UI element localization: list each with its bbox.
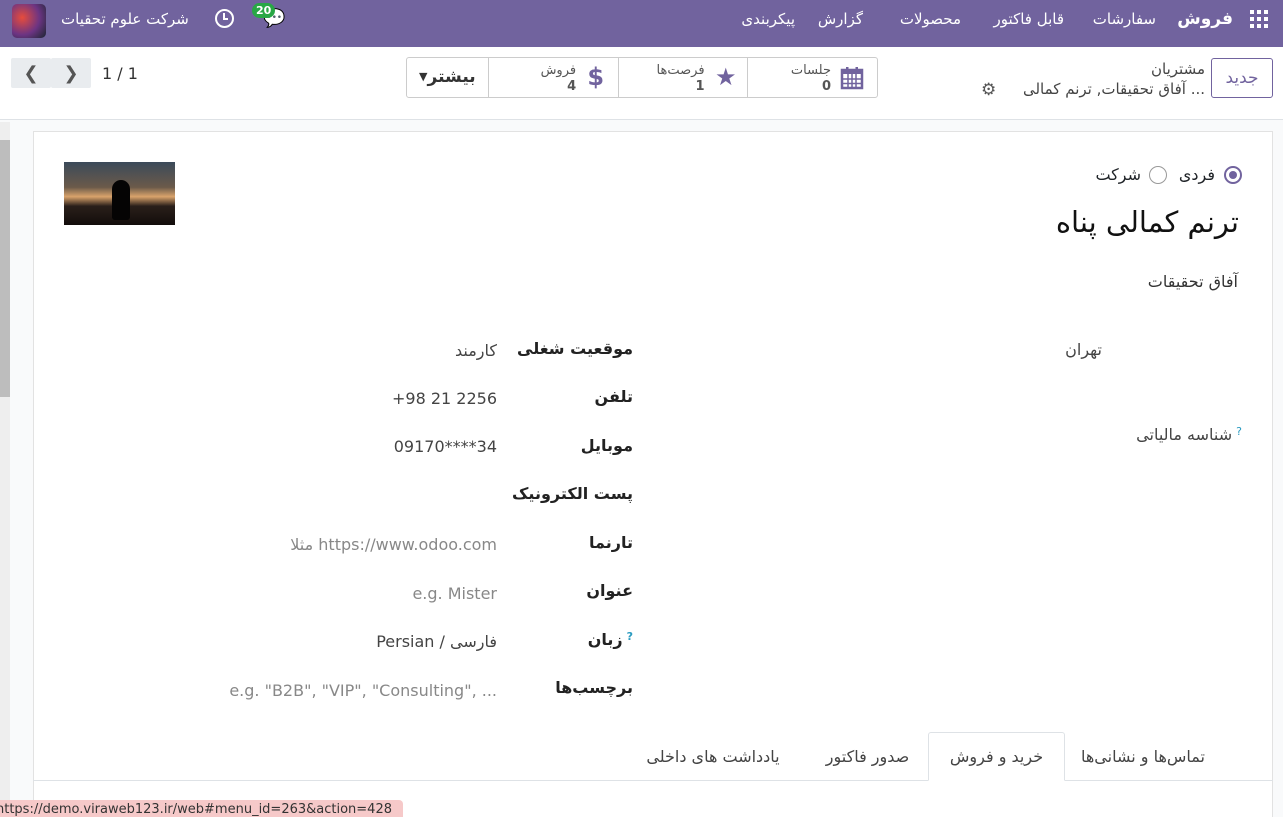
tab-invoicing[interactable]: صدور فاکتور xyxy=(805,732,930,781)
radio-company-label[interactable]: شرکت xyxy=(1095,165,1141,184)
meetings-smart-button[interactable]: جلسات 0 xyxy=(746,58,877,97)
city-field[interactable]: تهران xyxy=(1065,340,1102,359)
tab-sales-purchase[interactable]: خرید و فروش xyxy=(928,732,1065,781)
title-label: عنوان xyxy=(586,581,633,600)
caret-down-icon: ▼ xyxy=(419,70,428,83)
menu-configuration[interactable]: پیکربندی xyxy=(741,10,795,28)
tab-internal-notes[interactable]: یادداشت های داخلی xyxy=(623,732,803,781)
chevron-left-icon: ❮ xyxy=(23,62,39,84)
meetings-value: 0 xyxy=(821,79,832,94)
top-navbar: فروش سفارشات قابل فاکتور محصولات گزارش پ… xyxy=(0,0,1283,47)
dollar-icon: $ xyxy=(587,63,605,91)
calendar-icon xyxy=(840,67,864,90)
meetings-label: جلسات xyxy=(790,63,832,78)
scrollbar-thumb[interactable] xyxy=(0,140,10,397)
tags-field[interactable]: e.g. "B2B", "VIP", "Consulting", ... xyxy=(229,681,497,700)
job-position-field[interactable]: کارمند xyxy=(455,341,497,360)
tax-id-label: شناسه مالیاتی? xyxy=(1136,425,1242,444)
apps-menu-icon[interactable] xyxy=(1250,10,1268,28)
phone-field[interactable]: +98 21 2256 xyxy=(392,389,497,408)
tags-label: برچسب‌ها xyxy=(555,678,633,697)
opportunities-label: فرصت‌ها xyxy=(656,63,705,78)
menu-products[interactable]: محصولات xyxy=(900,10,961,28)
tax-id-help-icon[interactable]: ? xyxy=(1236,425,1242,438)
mobile-field[interactable]: 09170****34 xyxy=(394,437,497,456)
new-button[interactable]: جدید xyxy=(1211,58,1273,98)
email-label: پست الکترونیک xyxy=(512,484,633,503)
app-brand[interactable]: فروش xyxy=(1177,9,1233,29)
chevron-right-icon: ❯ xyxy=(63,62,79,84)
activity-clock-icon[interactable] xyxy=(215,9,234,28)
gear-icon[interactable]: ⚙ xyxy=(981,80,996,100)
breadcrumb-parent[interactable]: مشتریان xyxy=(1151,60,1205,78)
opportunities-value: 1 xyxy=(695,79,705,94)
radio-individual[interactable] xyxy=(1224,166,1242,184)
opportunities-smart-button[interactable]: ★ فرصت‌ها 1 xyxy=(618,58,746,97)
more-label: بیشتر xyxy=(427,67,476,87)
contact-name-field[interactable]: ترنم کمالی پناه xyxy=(1056,205,1239,239)
status-url-tooltip: https://demo.viraweb123.ir/web#menu_id=2… xyxy=(0,800,403,817)
mobile-label: موبایل xyxy=(580,436,633,455)
language-label: زبان? xyxy=(588,630,633,649)
pager-previous-button[interactable]: ❮ xyxy=(11,58,51,88)
website-field[interactable]: مثلا https://www.odoo.com xyxy=(290,535,497,554)
sales-value: 4 xyxy=(567,79,577,94)
parent-company-field[interactable]: آفاق تحقیقات xyxy=(1148,272,1238,291)
pager-counter[interactable]: 1 / 1 xyxy=(102,64,138,83)
sales-label: فروش xyxy=(540,63,577,78)
menu-to-invoice[interactable]: قابل فاکتور xyxy=(994,10,1064,28)
more-button[interactable]: بیشتر ▼ xyxy=(407,58,488,97)
title-field[interactable]: e.g. Mister xyxy=(412,584,497,603)
control-panel: جدید مشتریان آفاق تحقیقات, ترنم کمالی ..… xyxy=(0,47,1283,120)
language-field[interactable]: Persian / فارسی xyxy=(376,632,497,651)
notebook-tabs: تماس‌ها و نشانی‌ها خرید و فروش صدور فاکت… xyxy=(33,732,1273,781)
company-switcher[interactable]: شرکت علوم تحقیات xyxy=(61,10,189,28)
radio-individual-label[interactable]: فردی xyxy=(1179,165,1215,184)
website-label: تارنما xyxy=(589,533,633,552)
contact-photo[interactable] xyxy=(64,162,175,225)
smart-buttons: بیشتر ▼ $ فروش 4 ★ فرصت‌ها 1 جلسات 0 xyxy=(406,57,878,98)
radio-company[interactable] xyxy=(1149,166,1167,184)
menu-orders[interactable]: سفارشات xyxy=(1093,10,1156,28)
job-position-label: موقعیت شغلی xyxy=(517,339,633,358)
tax-id-label-text: شناسه مالیاتی xyxy=(1136,425,1233,444)
user-avatar[interactable] xyxy=(12,4,46,38)
messages-count-badge: 20 xyxy=(252,3,276,18)
pager-next-button[interactable]: ❯ xyxy=(51,58,91,88)
sales-smart-button[interactable]: $ فروش 4 xyxy=(487,58,618,97)
star-icon: ★ xyxy=(715,63,737,91)
menu-reporting[interactable]: گزارش xyxy=(818,10,863,28)
tab-contacts-addresses[interactable]: تماس‌ها و نشانی‌ها xyxy=(1063,732,1223,781)
language-help-icon[interactable]: ? xyxy=(627,630,633,643)
breadcrumb-current: آفاق تحقیقات, ترنم کمالی ... xyxy=(1022,80,1205,98)
language-label-text: زبان xyxy=(587,630,623,649)
phone-label: تلفن xyxy=(594,387,633,406)
